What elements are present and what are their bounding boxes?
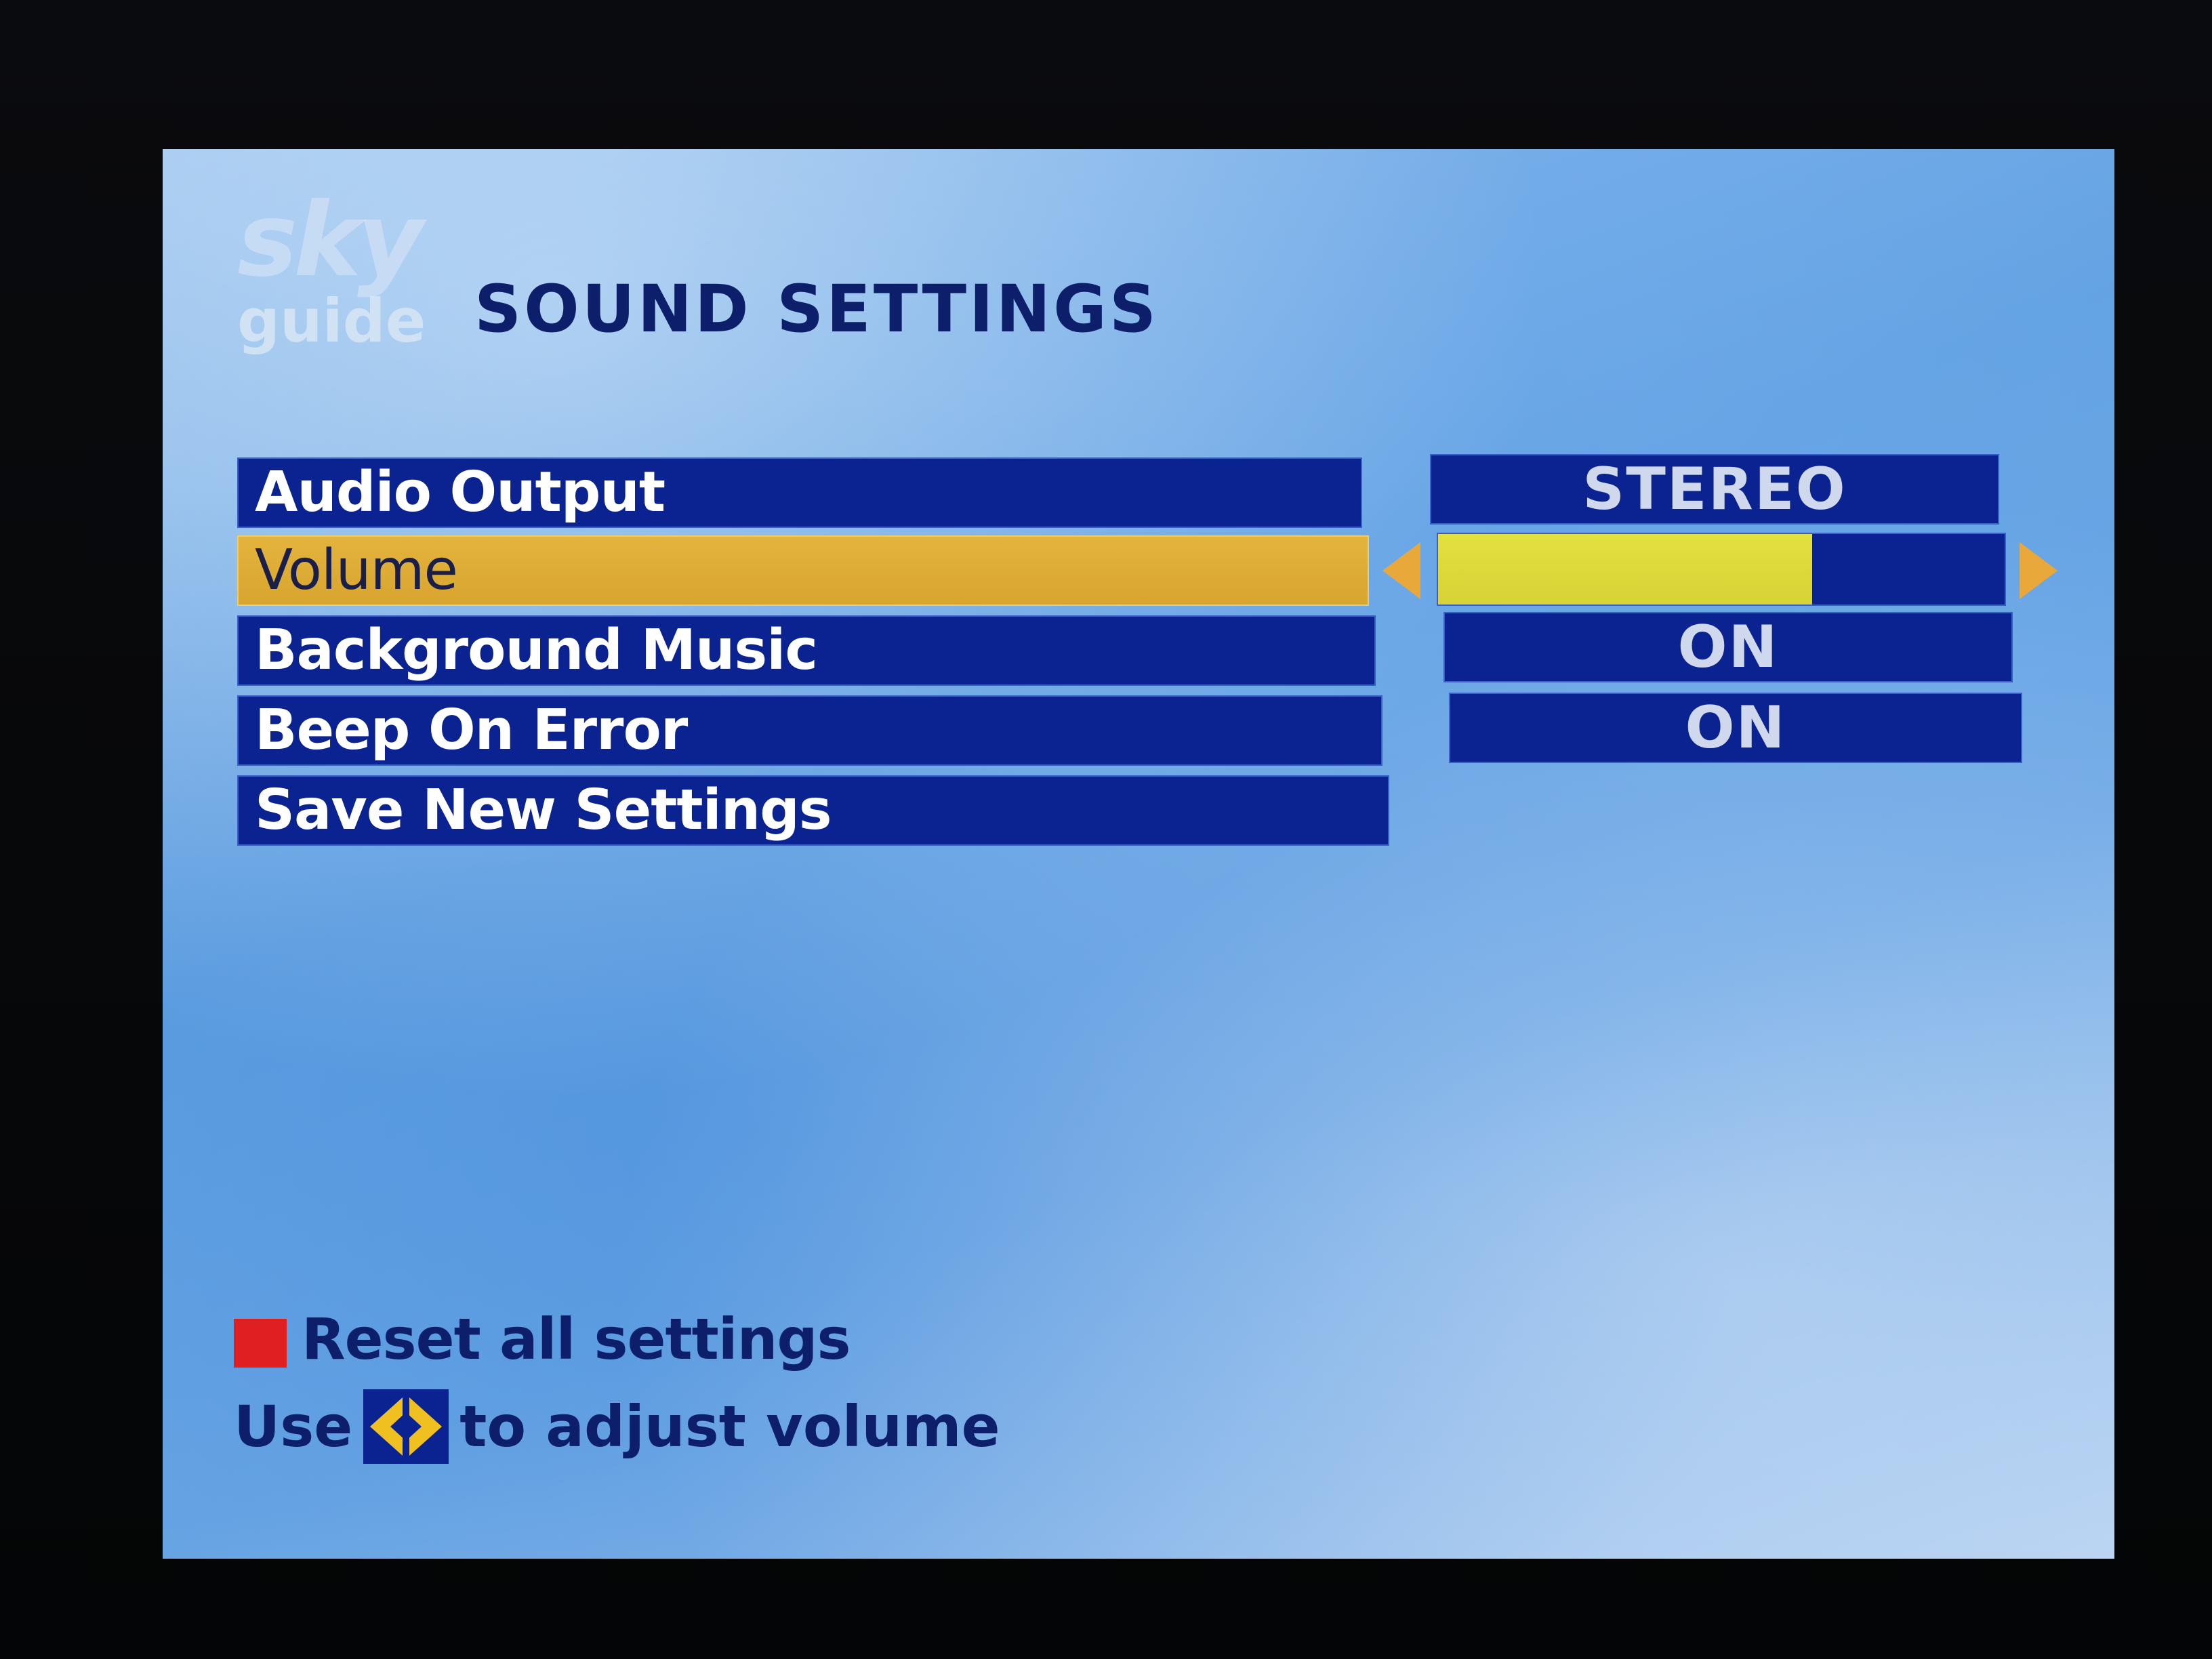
- volume-slider[interactable]: [1437, 533, 2006, 606]
- beep-on-error-value[interactable]: ON: [1449, 693, 2022, 763]
- audio-output-value[interactable]: STEREO: [1430, 454, 1999, 525]
- menu-item-save-new-settings[interactable]: Save New Settings: [237, 775, 1389, 846]
- left-right-arrows-icon: [363, 1389, 449, 1464]
- menu-item-beep-on-error[interactable]: Beep On Error: [237, 695, 1382, 766]
- volume-left-arrow-icon[interactable]: [1382, 542, 1420, 599]
- hint-prefix: Use: [234, 1393, 353, 1460]
- menu-item-audio-output[interactable]: Audio Output: [237, 457, 1362, 528]
- menu-item-background-music[interactable]: Background Music: [237, 615, 1376, 686]
- hint-suffix: to adjust volume: [459, 1393, 1000, 1460]
- logo-sub: guide: [237, 286, 426, 356]
- red-button-icon: [234, 1319, 287, 1368]
- volume-hint: Use to adjust volume: [234, 1389, 1000, 1464]
- page-title: SOUND SETTINGS: [474, 271, 1160, 347]
- volume-level-fill: [1438, 534, 1812, 605]
- sky-guide-logo: sky guide: [237, 190, 441, 366]
- menu-item-volume[interactable]: Volume: [237, 535, 1369, 606]
- volume-right-arrow-icon[interactable]: [2020, 542, 2057, 599]
- logo-brand: sky: [237, 182, 424, 300]
- background-music-value[interactable]: ON: [1443, 612, 2013, 682]
- tv-screen: sky guide SOUND SETTINGS Audio Output Vo…: [163, 149, 2114, 1559]
- reset-all-settings-label: Reset all settings: [302, 1306, 851, 1372]
